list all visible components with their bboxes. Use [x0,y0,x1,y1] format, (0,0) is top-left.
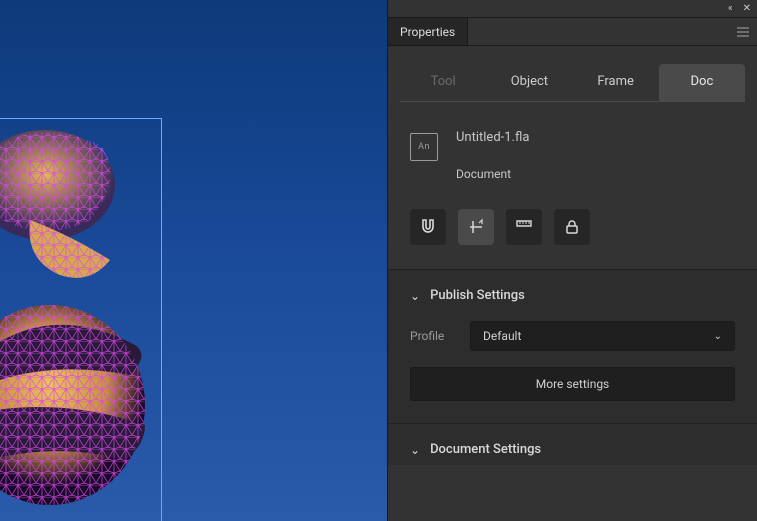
mesh-artwork [0,125,165,521]
subtab-tool[interactable]: Tool [400,64,486,102]
canvas-area[interactable] [0,0,387,521]
snap-button[interactable] [410,209,446,245]
guides-button[interactable] [458,209,494,245]
profile-select[interactable]: Default ⌄ [470,321,735,351]
document-settings-title: Document Settings [430,442,541,457]
lock-icon [564,219,580,235]
more-settings-button[interactable]: More settings [410,367,735,401]
panel-menu-icon[interactable] [729,18,757,45]
tool-row [388,199,757,269]
publish-settings-title: Publish Settings [430,288,525,303]
animate-file-icon: An [410,133,438,161]
panel-tabbar: Properties [388,18,757,46]
profile-label: Profile [410,329,454,343]
magnet-icon [419,218,437,236]
close-icon[interactable]: ✕ [743,3,751,14]
ruler-icon [515,218,533,236]
subtab-object[interactable]: Object [486,64,572,102]
document-settings-header[interactable]: ⌄ Document Settings [388,423,757,465]
publish-settings-section: ⌄ Publish Settings Profile Default ⌄ Mor… [388,269,757,423]
chevron-down-icon: ⌄ [410,443,420,457]
doc-info: An Untitled-1.fla Document [388,102,757,199]
chevron-down-icon: ⌄ [714,331,722,342]
lock-button[interactable] [554,209,590,245]
publish-settings-header[interactable]: ⌄ Publish Settings [410,288,735,303]
subtabs: Tool Object Frame Doc [388,46,757,102]
doc-type: Document [456,167,529,181]
subtab-frame[interactable]: Frame [573,64,659,102]
profile-value: Default [483,329,521,343]
panel-topbar: « ✕ [388,0,757,18]
guides-icon [467,218,485,236]
subtab-doc[interactable]: Doc [659,64,745,102]
doc-filename: Untitled-1.fla [456,130,529,145]
tab-properties[interactable]: Properties [388,18,468,45]
properties-panel: « ✕ Properties Tool Object Frame Doc An … [387,0,757,521]
collapse-icon[interactable]: « [728,3,733,14]
ruler-button[interactable] [506,209,542,245]
chevron-down-icon: ⌄ [410,289,420,303]
